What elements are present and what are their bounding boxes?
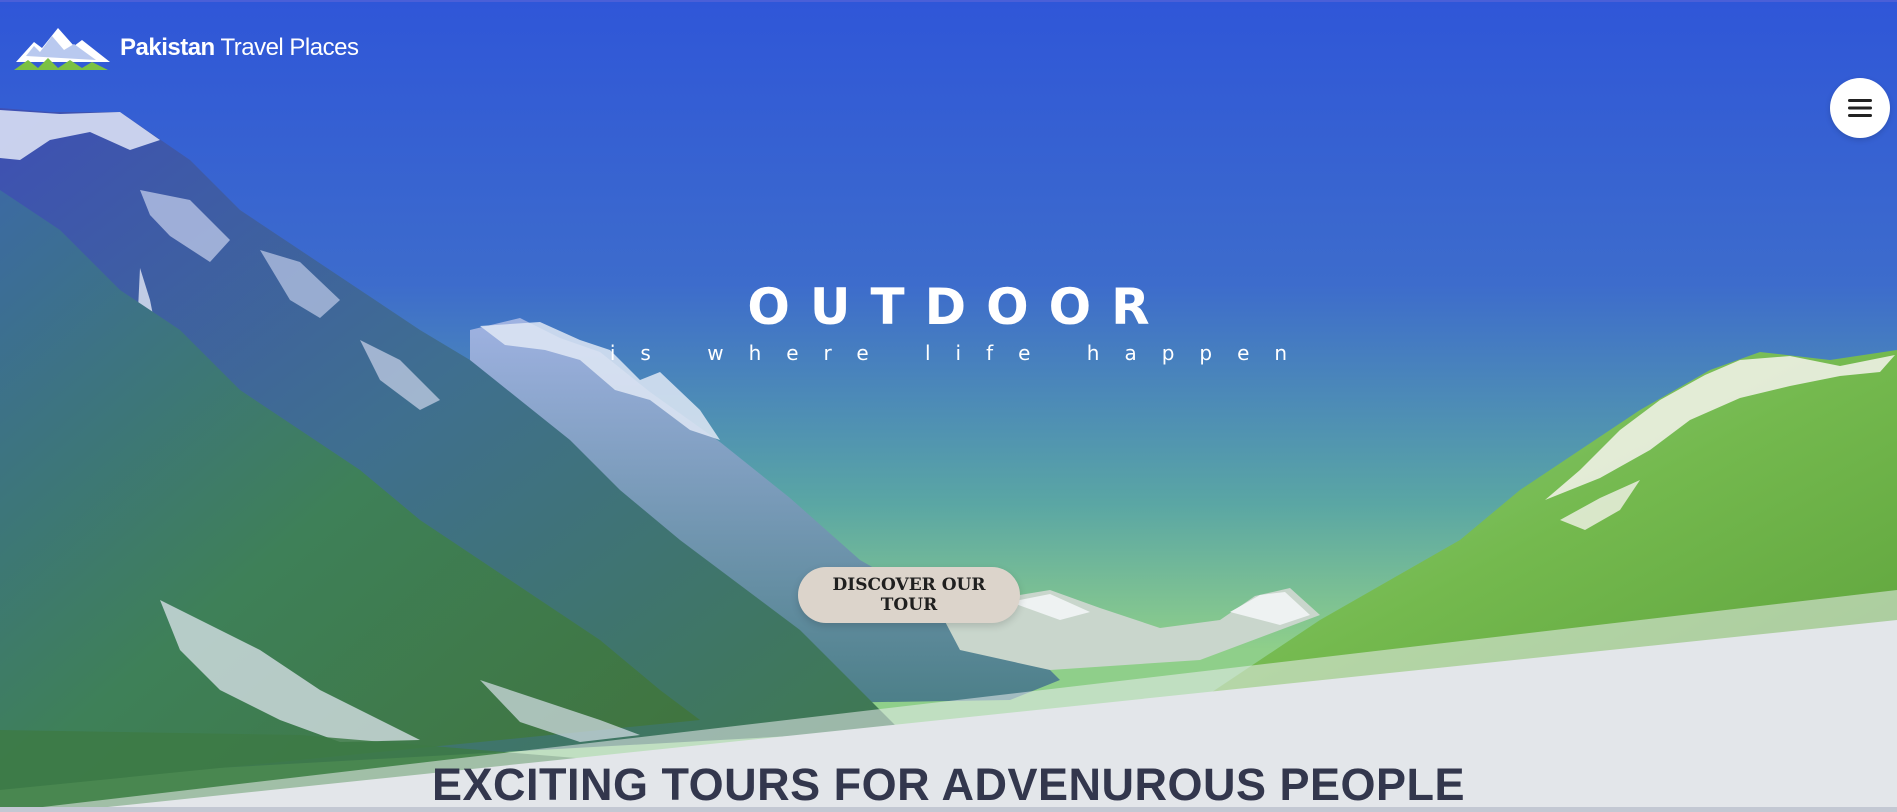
mountain-logo-icon (14, 28, 110, 70)
section-heading: EXCITING TOURS FOR ADVENUROUS PEOPLE (431, 759, 1466, 810)
hero-background-image (0, 0, 1897, 812)
discover-tour-button[interactable]: DISCOVER OUR TOUR (798, 567, 1020, 623)
brand-name: Pakistan Travel Places (120, 34, 359, 61)
menu-button[interactable] (1830, 78, 1890, 138)
brand-name-bold: Pakistan (120, 34, 215, 61)
hero-subtitle: is where life happen (609, 341, 1313, 365)
hamburger-menu-icon (1848, 99, 1872, 117)
top-accent-line (0, 0, 1897, 2)
section-divider (0, 807, 1897, 812)
hero-title: OUTDOOR (747, 278, 1170, 336)
site-logo[interactable]: Pakistan Travel Places (12, 24, 359, 72)
hero-section: Pakistan Travel Places OUTDOOR is where … (0, 0, 1897, 812)
brand-name-rest: Travel Places (214, 34, 359, 61)
